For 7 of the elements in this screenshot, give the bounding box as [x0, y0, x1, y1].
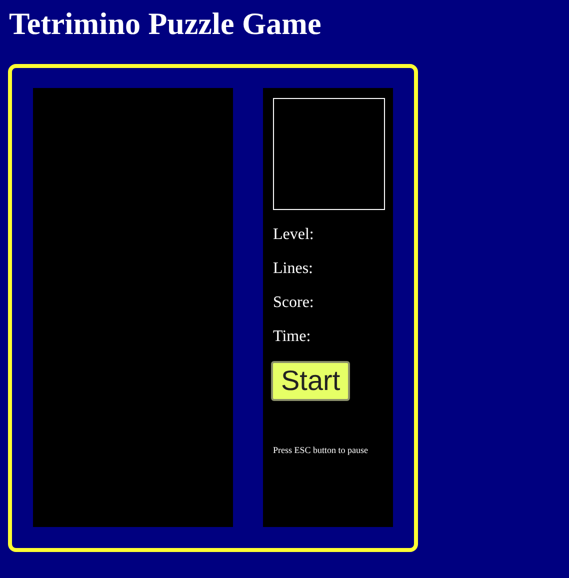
start-button[interactable]: Start [271, 361, 350, 401]
page-title: Tetrimino Puzzle Game [8, 5, 322, 42]
stat-label: Time: [273, 328, 311, 346]
stat-label: Lines: [273, 260, 313, 278]
stat-label: Score: [273, 294, 314, 312]
pause-hint: Press ESC button to pause [273, 445, 368, 456]
stat-label: Level: [273, 226, 314, 244]
